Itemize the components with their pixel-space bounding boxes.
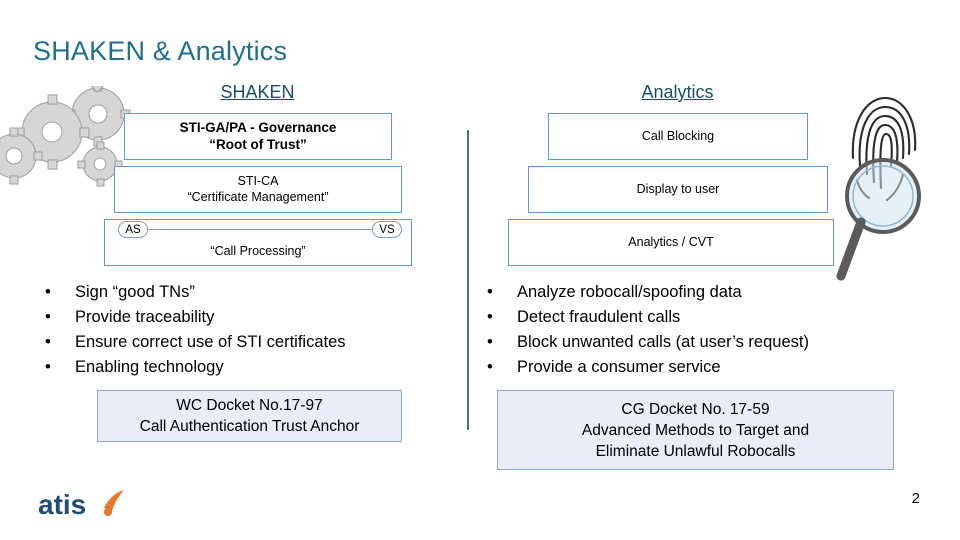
footer-cg-line3: Eliminate Unlawful Robocalls — [595, 442, 796, 460]
bullet-text: Sign “good TNs” — [75, 283, 195, 301]
box-sti-ca-line1: STI-CA — [237, 173, 279, 188]
box-analytics-cvt-label: Analytics / CVT — [628, 234, 714, 249]
box-sti-ca: STI-CA “Certificate Management” — [114, 166, 402, 213]
bullet-text: Ensure correct use of STI certificates — [75, 333, 346, 351]
node-vs: VS — [372, 221, 402, 238]
box-display-to-user: Display to user — [528, 166, 828, 213]
page-title: SHAKEN & Analytics — [33, 36, 288, 66]
bullet-text: Block unwanted calls (at user’s request) — [517, 333, 809, 351]
bullet-text: Analyze robocall/spoofing data — [517, 283, 742, 301]
list-item: • Analyze robocall/spoofing data — [487, 280, 937, 305]
column-heading-analytics: Analytics — [641, 82, 714, 102]
bullet-marker: • — [487, 358, 493, 376]
box-sti-ga-pa-line1: STI-GA/PA - Governance — [179, 119, 337, 135]
bullet-list-left: • Sign “good TNs” • Provide traceability… — [45, 280, 485, 380]
bullet-marker: • — [45, 358, 51, 376]
bullet-marker: • — [487, 308, 493, 326]
bullet-marker: • — [45, 333, 51, 351]
list-item: • Provide traceability — [45, 305, 485, 330]
box-call-blocking: Call Blocking — [548, 113, 808, 160]
bullet-list-right: • Analyze robocall/spoofing data • Detec… — [487, 280, 937, 380]
list-item: • Detect fraudulent calls — [487, 305, 937, 330]
bullet-text: Provide traceability — [75, 308, 215, 326]
atis-logo: atis — [38, 489, 124, 520]
list-item: • Ensure correct use of STI certificates — [45, 330, 485, 355]
bullet-text: Provide a consumer service — [517, 358, 721, 376]
bullet-marker: • — [487, 283, 493, 301]
column-heading-shaken: SHAKEN — [220, 82, 295, 102]
box-call-blocking-label: Call Blocking — [641, 128, 715, 143]
bullet-marker: • — [45, 308, 51, 326]
box-sti-ca-line2: “Certificate Management” — [187, 189, 329, 204]
slide: SHAKEN & Analytics SHAKEN Analytics STI-… — [0, 0, 960, 540]
footer-cg-line1: CG Docket No. 17-59 — [621, 400, 770, 418]
box-display-to-user-label: Display to user — [636, 181, 720, 196]
box-sti-ga-pa: STI-GA/PA - Governance “Root of Trust” — [124, 113, 392, 160]
as-vs-connector — [148, 229, 372, 230]
footer-box-wc-docket: WC Docket No.17-97 Call Authentication T… — [97, 390, 402, 442]
call-processing-caption: “Call Processing” — [210, 244, 306, 258]
list-item: • Sign “good TNs” — [45, 280, 485, 305]
bullet-marker: • — [487, 333, 493, 351]
footer-cg-line2: Advanced Methods to Target and — [581, 421, 810, 439]
magnifier-icon — [836, 158, 921, 281]
list-item: • Provide a consumer service — [487, 355, 937, 380]
page-number: 2 — [911, 490, 920, 507]
bullet-text: Detect fraudulent calls — [517, 308, 681, 326]
list-item: • Enabling technology — [45, 355, 485, 380]
bullet-marker: • — [45, 283, 51, 301]
bullet-text: Enabling technology — [75, 358, 224, 376]
box-sti-ga-pa-line2: “Root of Trust” — [209, 136, 307, 152]
box-analytics-cvt: Analytics / CVT — [508, 219, 834, 266]
node-as: AS — [118, 221, 148, 238]
list-item: • Block unwanted calls (at user’s reques… — [487, 330, 937, 355]
box-call-processing — [104, 219, 412, 266]
footer-wc-line1: WC Docket No.17-97 — [176, 397, 323, 414]
svg-text:atis: atis — [38, 489, 86, 520]
footer-box-cg-docket: CG Docket No. 17-59 Advanced Methods to … — [497, 390, 894, 470]
footer-wc-line2: Call Authentication Trust Anchor — [139, 418, 360, 435]
